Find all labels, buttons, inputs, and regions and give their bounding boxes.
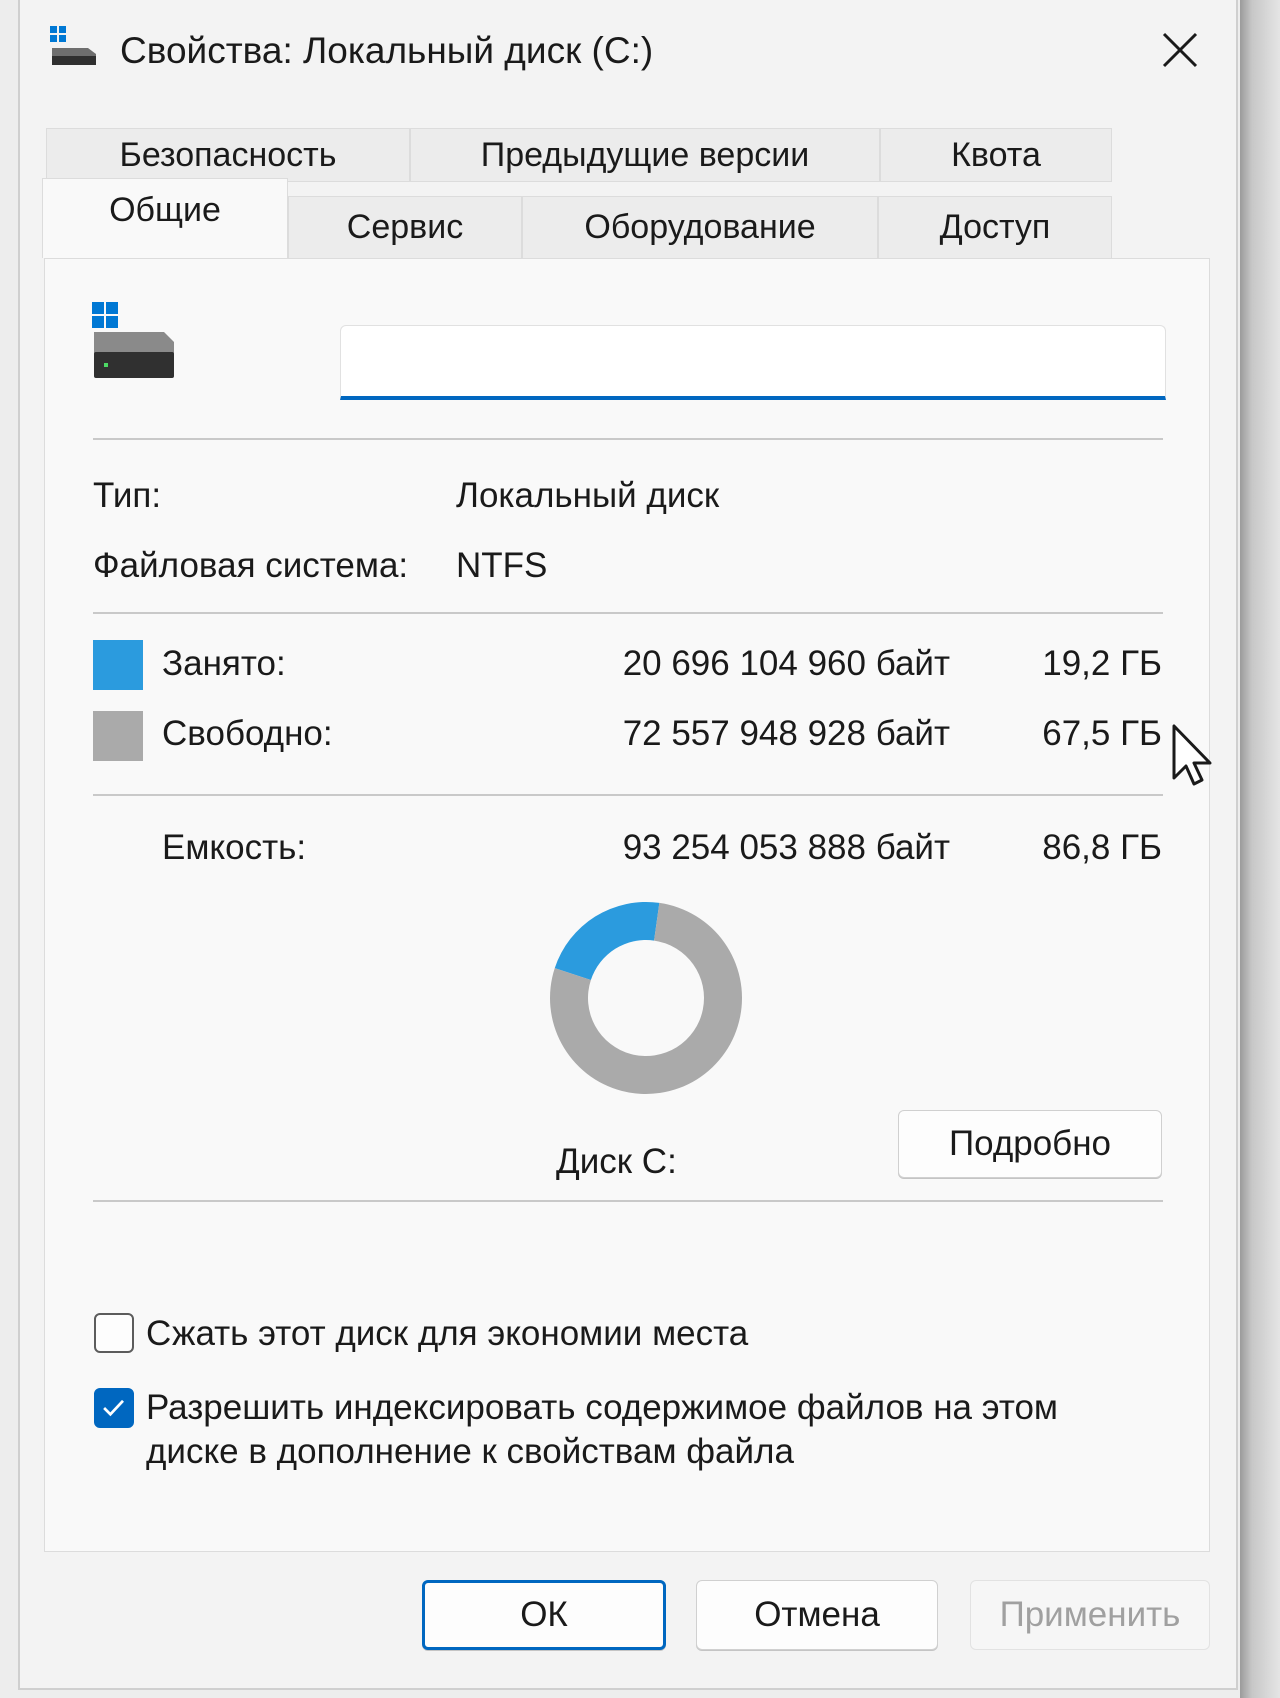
cancel-button[interactable]: Отмена: [696, 1580, 938, 1650]
disk-usage-donut: [550, 902, 742, 1094]
disk-label: Диск C:: [556, 1142, 677, 1181]
used-space-size: 19,2 ГБ: [1042, 644, 1162, 683]
drive-icon: [50, 26, 96, 65]
close-icon[interactable]: [1152, 22, 1208, 78]
type-label: Тип:: [93, 476, 162, 515]
free-space-size: 67,5 ГБ: [1042, 714, 1162, 753]
used-space-swatch: [93, 640, 143, 690]
properties-dialog: Свойства: Локальный диск (C:) Безопаснос…: [18, 0, 1238, 1690]
free-space-bytes: 72 557 948 928 байт: [622, 714, 950, 753]
donut-slice-used: [554, 902, 660, 980]
tab-hardware[interactable]: Оборудование: [522, 196, 878, 258]
drive-name-input[interactable]: [340, 325, 1166, 400]
tab-general[interactable]: Общие: [42, 178, 288, 258]
index-checkbox-label-line1: Разрешить индексировать содержимое файло…: [146, 1388, 1058, 1427]
compress-checkbox[interactable]: [94, 1313, 134, 1353]
free-space-label: Свободно:: [162, 714, 333, 753]
free-space-swatch: [93, 711, 143, 761]
details-button[interactable]: Подробно: [898, 1110, 1162, 1178]
tab-security[interactable]: Безопасность: [46, 128, 410, 182]
ok-button[interactable]: ОК: [422, 1580, 666, 1650]
divider: [93, 438, 1163, 440]
apply-button[interactable]: Применить: [970, 1580, 1210, 1650]
capacity-size: 86,8 ГБ: [1042, 828, 1162, 867]
compress-checkbox-label: Сжать этот диск для экономии места: [146, 1314, 749, 1353]
capacity-bytes: 93 254 053 888 байт: [622, 828, 950, 867]
tab-previous-versions[interactable]: Предыдущие версии: [410, 128, 880, 182]
divider: [93, 612, 1163, 614]
drive-large-icon: [92, 302, 174, 378]
window-shadow: [1240, 0, 1280, 1698]
index-checkbox[interactable]: [94, 1388, 134, 1428]
title-bar[interactable]: Свойства: Локальный диск (C:): [20, 0, 1236, 110]
mouse-cursor-icon: [1172, 724, 1212, 786]
checkmark-icon: [103, 1399, 124, 1417]
tab-quota[interactable]: Квота: [880, 128, 1112, 182]
divider: [93, 794, 1163, 796]
tab-sharing[interactable]: Доступ: [878, 196, 1112, 258]
type-value: Локальный диск: [456, 476, 720, 515]
capacity-label: Емкость:: [162, 828, 307, 867]
used-space-label: Занято:: [162, 644, 286, 683]
filesystem-value: NTFS: [456, 546, 548, 585]
divider: [93, 1200, 1163, 1202]
filesystem-label: Файловая система:: [93, 546, 409, 585]
tab-tools[interactable]: Сервис: [288, 196, 522, 258]
window-title: Свойства: Локальный диск (C:): [120, 30, 654, 71]
used-space-bytes: 20 696 104 960 байт: [622, 644, 950, 683]
index-checkbox-label-line2: диске в дополнение к свойствам файла: [146, 1432, 794, 1471]
